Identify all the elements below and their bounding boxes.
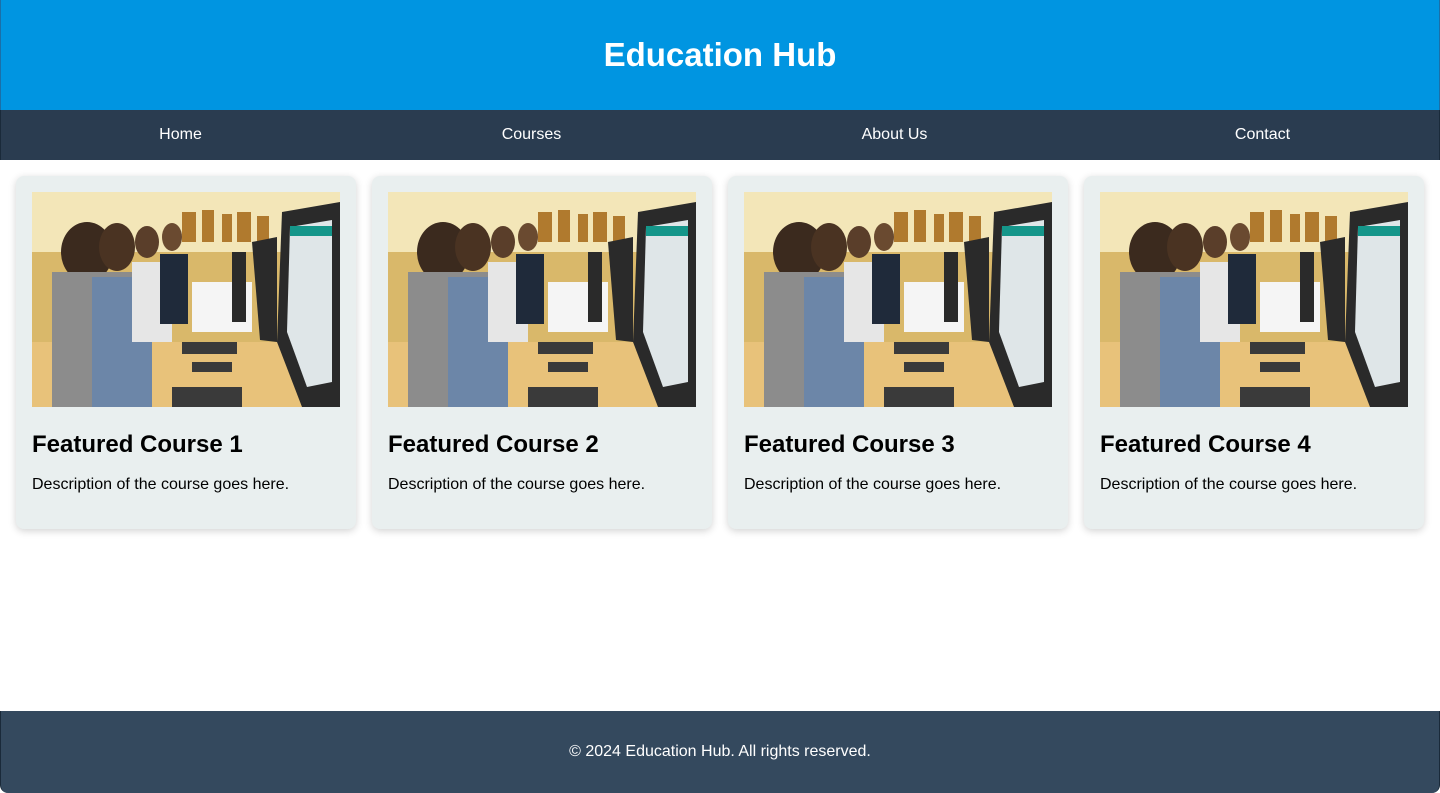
course-card: Featured Course 1 Description of the cou…	[16, 176, 356, 529]
course-title: Featured Course 1	[32, 431, 243, 458]
course-image	[1100, 192, 1408, 407]
site-footer: © 2024 Education Hub. All rights reserve…	[0, 711, 1440, 793]
course-image	[388, 192, 696, 407]
course-title: Featured Course 4	[1100, 431, 1311, 458]
course-cards: Featured Course 1 Description of the cou…	[0, 160, 1440, 545]
nav-item-courses[interactable]: Courses	[360, 126, 703, 144]
nav-item-about-us[interactable]: About Us	[703, 126, 1086, 144]
course-title: Featured Course 2	[388, 431, 599, 458]
copyright-text: © 2024 Education Hub. All rights reserve…	[569, 743, 871, 760]
site-header: Education Hub	[0, 0, 1440, 110]
course-card: Featured Course 3 Description of the cou…	[728, 176, 1068, 529]
course-description: Description of the course goes here.	[388, 476, 646, 493]
course-image	[32, 192, 340, 407]
course-description: Description of the course goes here.	[1100, 476, 1358, 493]
course-title: Featured Course 3	[744, 431, 955, 458]
main-nav: Home Courses About Us Contact	[0, 110, 1440, 160]
course-card: Featured Course 4 Description of the cou…	[1084, 176, 1424, 529]
site-title: Education Hub	[603, 36, 837, 73]
nav-item-home[interactable]: Home	[1, 126, 360, 144]
course-image	[744, 192, 1052, 407]
nav-item-contact[interactable]: Contact	[1086, 126, 1439, 144]
course-description: Description of the course goes here.	[744, 476, 1002, 493]
course-description: Description of the course goes here.	[32, 476, 290, 493]
course-card: Featured Course 2 Description of the cou…	[372, 176, 712, 529]
